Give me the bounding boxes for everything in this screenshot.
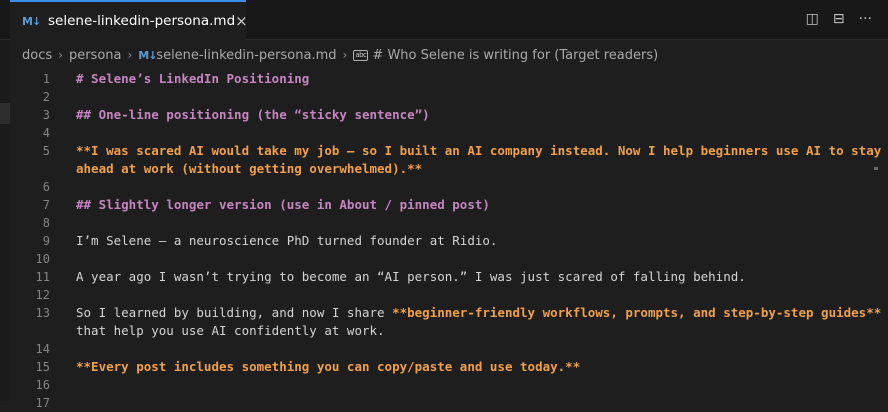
code-line-wrapped: that help you use AI confidently at work… [10, 322, 878, 340]
code-line: 8 [10, 214, 878, 232]
line-number: 15 [35, 360, 50, 374]
chevron-right-icon: › [127, 48, 133, 62]
code-line: 2 [10, 88, 878, 106]
breadcrumb-item-file[interactable]: selene-linkedin-persona.md [156, 48, 336, 63]
code-line: 16 [10, 376, 878, 394]
bold-text: **I was scared AI would take my job — so… [76, 143, 882, 158]
code-line: 1 # Selene’s LinkedIn Positioning [10, 70, 878, 88]
code-line: 10 [10, 250, 878, 268]
line-number: 13 [35, 306, 50, 320]
code-line: 6 [10, 178, 878, 196]
tab-bar: M↓ selene-linkedin-persona.md × ◫ ⊟ ··· [0, 0, 888, 40]
line-number: 5 [42, 144, 50, 158]
scrollbar-marker[interactable] [874, 167, 878, 170]
tab-selene-linkedin-persona[interactable]: M↓ selene-linkedin-persona.md × [10, 0, 248, 40]
editor-actions: ◫ ⊟ ··· [806, 11, 872, 27]
mixed-text: So I learned by building, and now I shar… [76, 304, 881, 322]
code-line: 7 ## Slightly longer version (use in Abo… [10, 196, 878, 214]
plain-text: A year ago I wasn’t trying to become an … [76, 269, 746, 284]
heading-text: # Selene’s LinkedIn Positioning [76, 71, 310, 86]
code-line: 17 [10, 394, 878, 412]
more-actions-icon[interactable]: ··· [859, 11, 872, 27]
line-number: 1 [42, 72, 50, 86]
line-number: 17 [35, 396, 50, 410]
string-symbol-icon: abc [353, 49, 369, 61]
split-editor-icon[interactable]: ⊟ [833, 11, 845, 27]
breadcrumb-item-persona[interactable]: persona [69, 48, 122, 63]
code-line: 4 [10, 124, 878, 142]
activity-gutter [0, 0, 10, 401]
markdown-icon: M↓ [22, 14, 41, 28]
breadcrumb: docs › persona › M↓ selene-linkedin-pers… [22, 46, 658, 64]
plain-text: So I learned by building, and now I shar… [76, 305, 393, 320]
breadcrumb-item-docs[interactable]: docs [22, 48, 52, 63]
line-number: 10 [35, 252, 50, 266]
close-icon[interactable]: × [235, 12, 248, 30]
chevron-right-icon: › [58, 48, 63, 62]
code-line: 9 I’m Selene — a neuroscience PhD turned… [10, 232, 878, 250]
open-preview-to-side-icon[interactable]: ◫ [806, 11, 819, 27]
line-number: 4 [42, 126, 50, 140]
line-number: 8 [42, 216, 50, 230]
line-number: 6 [42, 180, 50, 194]
tab-title: selene-linkedin-persona.md [48, 13, 236, 29]
current-line-highlight [0, 103, 10, 124]
bold-text: **beginner-friendly workflows, prompts, … [392, 305, 882, 320]
code-line: 14 [10, 340, 878, 358]
code-line: 11 A year ago I wasn’t trying to become … [10, 268, 878, 286]
plain-text: that help you use AI confidently at work… [76, 323, 385, 338]
code-line: 15 **Every post includes something you c… [10, 358, 878, 376]
code-line: 3 ## One-line positioning (the “sticky s… [10, 106, 878, 124]
line-number: 2 [42, 90, 50, 104]
line-number: 3 [42, 108, 50, 122]
line-number: 11 [35, 270, 50, 284]
line-number: 7 [42, 198, 50, 212]
markdown-icon: M↓ [138, 48, 157, 62]
code-line: 13 So I learned by building, and now I s… [10, 304, 882, 322]
heading-text: ## One-line positioning (the “sticky sen… [76, 107, 430, 122]
plain-text: I’m Selene — a neuroscience PhD turned f… [76, 233, 498, 248]
editor[interactable]: 1 # Selene’s LinkedIn Positioning 2 3 ##… [10, 68, 882, 410]
line-number: 14 [35, 342, 50, 356]
code-line: 5 **I was scared AI would take my job — … [10, 142, 882, 160]
bold-text: ahead at work (without getting overwhelm… [76, 161, 423, 176]
chevron-right-icon: › [342, 48, 348, 62]
bold-text: **Every post includes something you can … [76, 359, 581, 374]
heading-text: ## Slightly longer version (use in About… [76, 197, 490, 212]
line-number: 9 [42, 234, 50, 248]
breadcrumb-item-symbol[interactable]: # Who Selene is writing for (Target read… [372, 48, 658, 63]
line-number: 12 [35, 288, 50, 302]
code-line-wrapped: ahead at work (without getting overwhelm… [10, 160, 878, 178]
line-number: 16 [35, 378, 50, 392]
code-line: 12 [10, 286, 878, 304]
